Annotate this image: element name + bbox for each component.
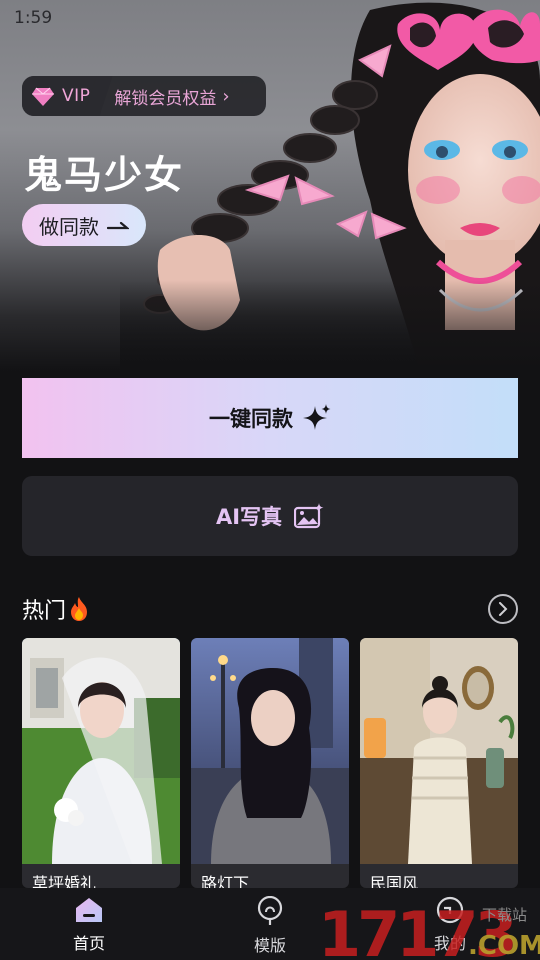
- chevron-right-icon: [499, 602, 508, 616]
- hot-card-republic-style[interactable]: 民国风: [360, 638, 518, 888]
- sparkle-icon: [303, 404, 331, 430]
- card-thumbnail: [22, 638, 180, 864]
- hero-title: 鬼马少女: [24, 153, 185, 197]
- diamond-icon: [32, 87, 54, 106]
- nav-item-home[interactable]: 首页: [49, 896, 129, 954]
- hot-more-button[interactable]: [488, 594, 518, 624]
- vip-badge: VIP: [22, 76, 99, 116]
- template-icon: [257, 896, 283, 925]
- hot-title-label: 热门: [22, 599, 67, 624]
- arrow-right-icon: [107, 221, 129, 230]
- card-title: 民国风: [370, 874, 419, 888]
- one-click-same-button[interactable]: 一键同款: [22, 378, 518, 458]
- vip-unlock-banner[interactable]: VIP 解锁会员权益 ›: [22, 76, 266, 116]
- nav-label: 模版: [253, 936, 286, 955]
- card-thumbnail: [191, 638, 349, 864]
- vip-badge-label: VIP: [62, 86, 91, 106]
- ai-photo-button[interactable]: AI写真: [22, 476, 518, 556]
- hot-card-streetlight[interactable]: 路灯下: [191, 638, 349, 888]
- status-bar-time: 1:59: [14, 8, 53, 28]
- hero-banner[interactable]: 1:59 VIP 解锁会员权益 › 鬼马少女 做同款: [0, 0, 540, 372]
- nav-label: 首页: [72, 934, 105, 953]
- vip-link-label: 解锁会员权益: [114, 88, 217, 109]
- hot-card-list: 草坪婚礼 路灯下 民国风: [22, 638, 518, 888]
- make-same-label: 做同款: [39, 214, 99, 239]
- home-icon: [76, 898, 102, 922]
- site-watermark-logo: 17173 下载站 .COM: [318, 898, 540, 960]
- fire-icon: [71, 597, 88, 621]
- one-click-same-label: 一键同款: [209, 407, 293, 431]
- ai-photo-label: AI写真: [215, 505, 283, 529]
- card-title: 路灯下: [201, 874, 250, 888]
- hot-section-title: 热门: [22, 593, 90, 625]
- watermark-site-text: 下载站: [482, 906, 527, 924]
- hot-card-lawn-wedding[interactable]: 草坪婚礼: [22, 638, 180, 888]
- card-thumbnail: [360, 638, 518, 864]
- card-title: 草坪婚礼: [32, 874, 97, 888]
- vip-link[interactable]: 解锁会员权益 ›: [98, 84, 229, 109]
- watermark-domain: .COM: [468, 931, 540, 960]
- chevron-right-icon: ›: [222, 85, 230, 107]
- make-same-button[interactable]: 做同款: [22, 204, 146, 246]
- photo-sparkle-icon: [294, 503, 324, 529]
- hot-section-header: 热门: [22, 592, 518, 626]
- nav-item-template[interactable]: 模版: [230, 896, 310, 956]
